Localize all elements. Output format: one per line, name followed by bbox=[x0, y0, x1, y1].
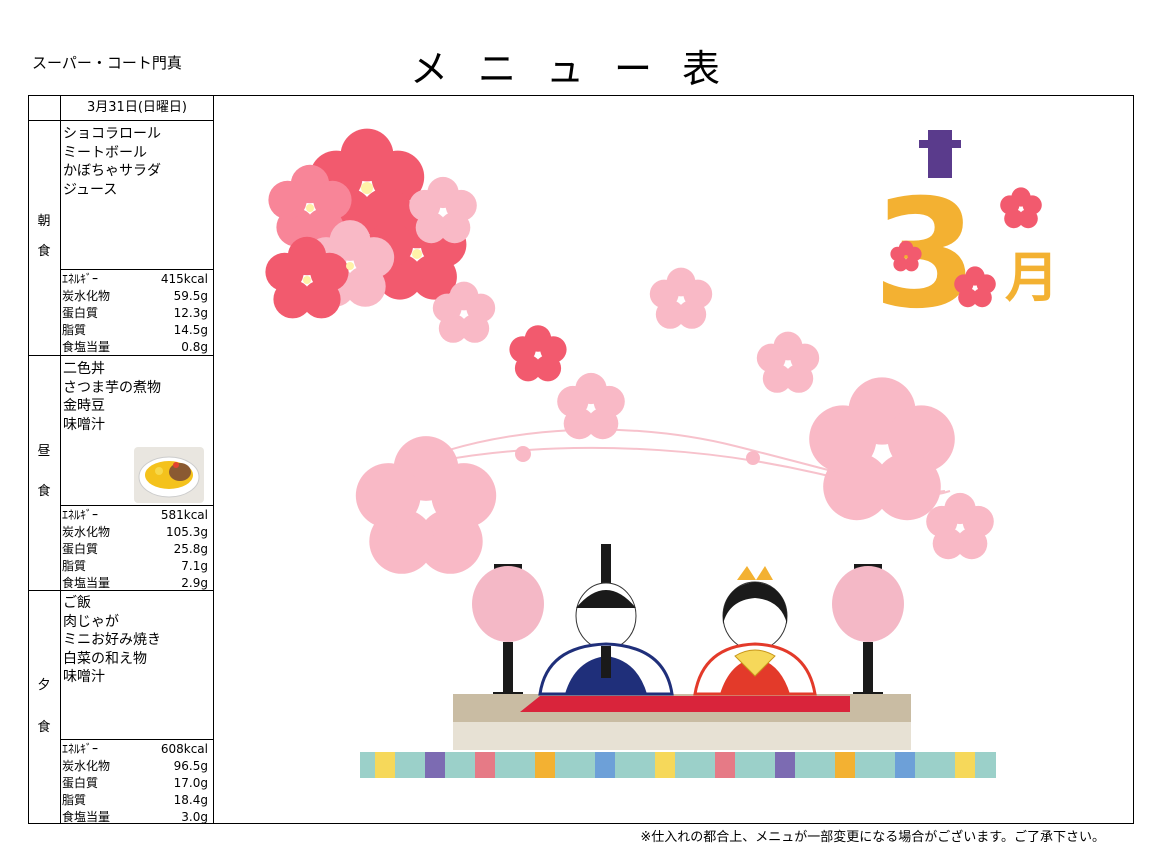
nutrient-value: 12.3g bbox=[173, 306, 208, 320]
nutrient-value: 105.3g bbox=[166, 525, 208, 539]
nutrition-row: ｴﾈﾙｷﾞｰ 581kcal bbox=[60, 507, 214, 524]
nutrient-name: ｴﾈﾙｷﾞｰ bbox=[62, 508, 99, 522]
nutrient-name: 脂質 bbox=[62, 559, 87, 573]
dinner-nutrition: ｴﾈﾙｷﾞｰ 608kcal 炭水化物 96.5g 蛋白質 17.0g 脂質 18.4g… bbox=[60, 741, 214, 826]
facility-name: スーパー・コート門真 bbox=[32, 54, 182, 72]
lantern-right bbox=[832, 564, 904, 702]
plum-flower-icon bbox=[756, 331, 820, 393]
nutrition-row: 蛋白質 17.0g bbox=[60, 775, 214, 792]
menu-item: 金時豆 bbox=[63, 398, 105, 414]
date-cell: 3月31日(日曜日) bbox=[60, 95, 214, 121]
nutrition-row: 蛋白質 25.8g bbox=[60, 541, 214, 558]
menu-item: 肉じゃが bbox=[63, 613, 119, 630]
lunch-label-top: 昼 bbox=[37, 444, 51, 459]
nutrition-row: 脂質 7.1g bbox=[60, 558, 214, 575]
nutrient-name: 炭水化物 bbox=[62, 289, 111, 303]
rice-bowl-photo bbox=[134, 447, 204, 503]
nutrient-value: 415kcal bbox=[160, 272, 208, 286]
nutrition-row: ｴﾈﾙｷﾞｰ 415kcal bbox=[60, 271, 214, 288]
nutrient-name: 蛋白質 bbox=[62, 542, 99, 556]
dinner-label-top: 夕 bbox=[37, 678, 51, 693]
breakfast-nutrition: ｴﾈﾙｷﾞｰ 415kcal 炭水化物 59.5g 蛋白質 12.3g 脂質 14.5g… bbox=[60, 271, 214, 356]
dinner-label-bottom: 食 bbox=[37, 720, 51, 735]
page-title: メニュー表 bbox=[410, 47, 751, 91]
plum-flower-icon bbox=[809, 377, 955, 521]
nutrient-name: 食塩当量 bbox=[62, 340, 111, 354]
nutrition-row: 炭水化物 96.5g bbox=[60, 758, 214, 775]
breakfast-menu-list: ショコラロール ミートボール かぼちゃサラダ ジュース bbox=[63, 123, 161, 199]
menu-item: ミニお好み焼き bbox=[63, 632, 161, 648]
nutrient-name: ｴﾈﾙｷﾞｰ bbox=[62, 272, 99, 286]
nutrient-value: 25.8g bbox=[173, 542, 208, 556]
month-kanji: 月 bbox=[1005, 246, 1059, 309]
nutrient-value: 608kcal bbox=[160, 742, 208, 756]
dinner-label-cell bbox=[28, 590, 61, 824]
nutrient-value: 59.5g bbox=[173, 289, 208, 303]
plum-flower-icon bbox=[649, 267, 713, 329]
nutrition-row: 蛋白質 12.3g bbox=[60, 305, 214, 322]
breakfast-label-bottom: 食 bbox=[37, 244, 51, 259]
lunch-nutrition: ｴﾈﾙｷﾞｰ 581kcal 炭水化物 105.3g 蛋白質 25.8g 脂質 7.1g… bbox=[60, 507, 214, 592]
menu-item: 二色丼 bbox=[63, 361, 105, 377]
menu-item: ご飯 bbox=[63, 595, 91, 611]
footnote: ※仕入れの都合上、メニュが一部変更になる場合がございます。ご了承下さい。 bbox=[640, 830, 1105, 845]
menu-item: さつま芋の煮物 bbox=[63, 379, 161, 396]
nutrition-row: 食塩当量 0.8g bbox=[60, 339, 214, 356]
nutrient-name: 脂質 bbox=[62, 793, 87, 807]
decorative-stripe bbox=[360, 752, 996, 778]
nutrition-row: ｴﾈﾙｷﾞｰ 608kcal bbox=[60, 741, 214, 758]
nutrition-row: 脂質 18.4g bbox=[60, 792, 214, 809]
menu-item: ジュース bbox=[63, 181, 118, 198]
nutrient-name: 炭水化物 bbox=[62, 525, 111, 539]
nutrition-row: 炭水化物 59.5g bbox=[60, 288, 214, 305]
nutrient-value: 17.0g bbox=[173, 776, 208, 790]
nutrient-value: 3.0g bbox=[181, 810, 208, 824]
nutrient-value: 14.5g bbox=[173, 323, 208, 337]
menu-item: 味噌汁 bbox=[63, 669, 105, 685]
nutrient-value: 7.1g bbox=[181, 559, 208, 573]
nutrient-name: 蛋白質 bbox=[62, 306, 99, 320]
obina-doll bbox=[538, 544, 674, 696]
nutrient-name: 炭水化物 bbox=[62, 759, 111, 773]
nutrient-name: ｴﾈﾙｷﾞｰ bbox=[62, 742, 99, 756]
plum-flower-icon bbox=[557, 372, 625, 440]
nutrition-row: 食塩当量 3.0g bbox=[60, 809, 214, 826]
nutrition-row: 炭水化物 105.3g bbox=[60, 524, 214, 541]
menu-item: ミートボール bbox=[63, 144, 147, 161]
plum-flower-icon bbox=[355, 436, 497, 574]
dinner-menu-list: ご飯 肉じゃが ミニお好み焼き 白菜の和え物 味噌汁 bbox=[63, 592, 161, 687]
month-number: 3 bbox=[873, 168, 977, 342]
nutrient-value: 0.8g bbox=[181, 340, 208, 354]
menu-item: 白菜の和え物 bbox=[63, 650, 147, 667]
menu-item: かぼちゃサラダ bbox=[63, 163, 161, 179]
nutrient-name: 食塩当量 bbox=[62, 810, 111, 824]
lantern-left bbox=[472, 564, 544, 702]
nutrient-name: 蛋白質 bbox=[62, 776, 99, 790]
nutrient-value: 96.5g bbox=[173, 759, 208, 773]
lunch-label-bottom: 食 bbox=[37, 484, 51, 499]
nutrition-row: 脂質 14.5g bbox=[60, 322, 214, 339]
plum-flower-icon bbox=[509, 325, 567, 382]
nutrient-value: 18.4g bbox=[173, 793, 208, 807]
nutrient-name: 脂質 bbox=[62, 323, 87, 337]
mebina-doll bbox=[693, 566, 817, 696]
menu-item: ショコラロール bbox=[63, 126, 161, 142]
corner-cell bbox=[28, 95, 61, 121]
nutrient-value: 581kcal bbox=[160, 508, 208, 522]
lunch-menu-list: 二色丼 さつま芋の煮物 金時豆 味噌汁 bbox=[63, 358, 161, 434]
menu-item: 味噌汁 bbox=[63, 416, 105, 433]
hina-matsuri-illustration: 3 月 bbox=[265, 128, 1059, 778]
